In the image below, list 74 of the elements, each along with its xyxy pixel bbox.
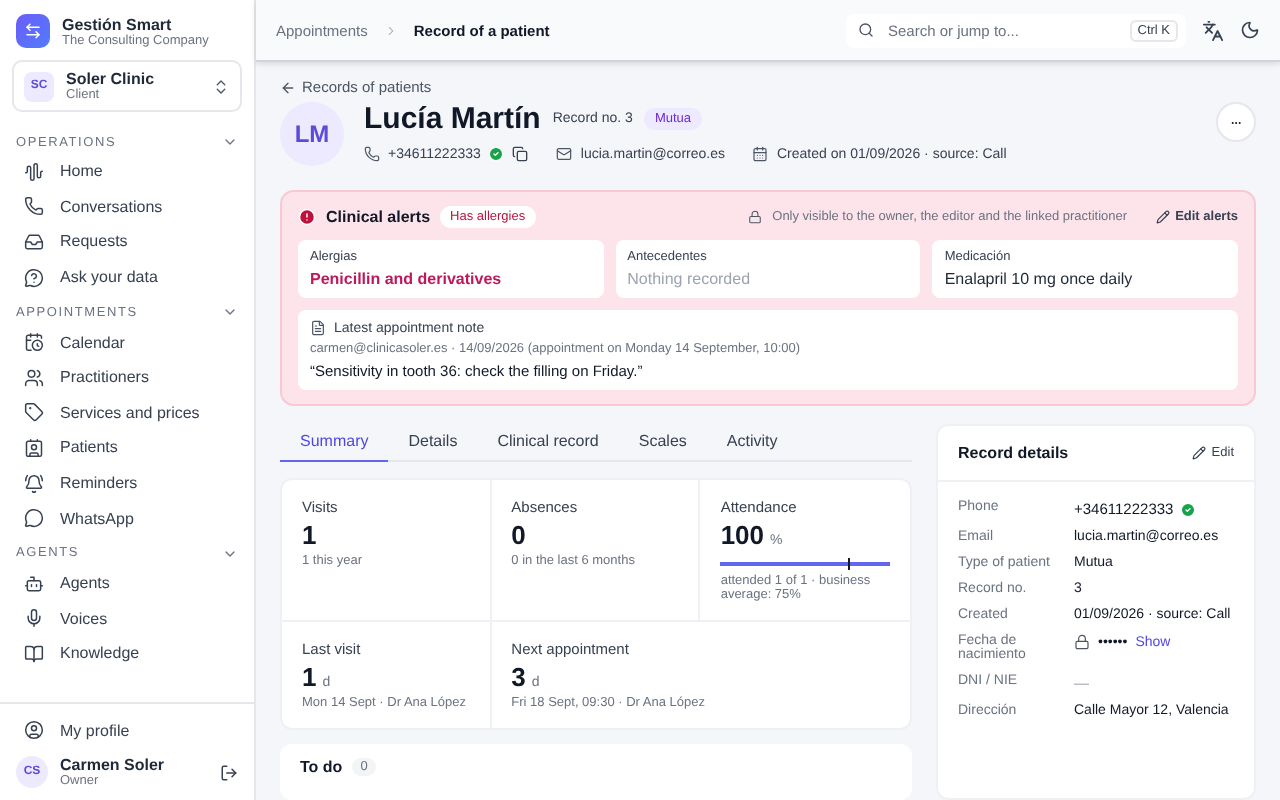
waveform-icon [24, 161, 44, 182]
nav-item[interactable]: Reminders [16, 465, 238, 501]
stat-value: 1 [302, 520, 317, 550]
arrow-left-icon [280, 79, 296, 95]
calendar-icon [752, 146, 769, 162]
pencil-icon [1155, 210, 1170, 224]
nav-item[interactable]: Practitioners [16, 359, 238, 396]
chevron-icon [383, 23, 398, 37]
people-icon [24, 367, 44, 388]
alerts-title: Clinical alerts [326, 208, 431, 226]
inbox-icon [24, 231, 44, 252]
nav-item[interactable]: Services and prices [16, 395, 238, 431]
tab[interactable]: Clinical record [477, 424, 619, 462]
nav-item[interactable]: Knowledge [16, 636, 238, 672]
stat-value: 0 [511, 520, 526, 550]
nav-item[interactable]: Home [16, 154, 238, 190]
chevron-down-icon [222, 134, 238, 150]
calendar-icon [24, 332, 44, 353]
stat-value: 1 [302, 662, 317, 692]
logout-icon [220, 763, 238, 781]
nav-item[interactable]: Agents [16, 565, 238, 602]
pencil-icon [1191, 446, 1206, 460]
bell-icon [24, 473, 44, 494]
tab[interactable]: Scales [618, 424, 707, 462]
collapse-toggle[interactable] [222, 134, 238, 150]
nav-item[interactable]: Requests [16, 224, 238, 260]
nav-item[interactable]: Voices [16, 601, 238, 637]
book-icon [24, 643, 44, 664]
tab[interactable]: Activity [706, 424, 798, 462]
nav-item[interactable]: WhatsApp [16, 500, 238, 536]
copy-button[interactable] [512, 146, 529, 162]
lock-icon [748, 210, 763, 224]
id-card-icon [24, 437, 44, 458]
user-name: Carmen Soler [60, 756, 167, 774]
profile-link[interactable]: My profile [16, 712, 238, 748]
user-circle-icon [24, 720, 44, 741]
phone-icon [364, 146, 380, 162]
alert-value: Penicillin and derivatives [310, 270, 504, 288]
language-button[interactable] [1202, 19, 1224, 41]
alert-value: Enalapril 10 mg once daily [944, 270, 1135, 288]
search-icon [858, 22, 874, 38]
mail-icon [556, 146, 573, 162]
stat-value: 3 [511, 662, 526, 692]
microphone-icon [24, 608, 44, 629]
patient-name: Lucía Martín [364, 102, 541, 136]
logout-button[interactable] [220, 763, 238, 781]
chat-question-icon [24, 267, 44, 288]
nav-item[interactable]: Conversations [16, 189, 238, 225]
copy-icon [512, 146, 529, 162]
patient-avatar: LM [280, 102, 344, 166]
robot-icon [24, 573, 44, 594]
phone-icon [24, 196, 44, 217]
document-icon [310, 320, 326, 336]
lock-icon [1074, 634, 1090, 650]
theme-button[interactable] [1240, 20, 1260, 40]
nav-item[interactable]: Ask your data [16, 259, 238, 295]
chat-icon [24, 508, 44, 529]
moon-icon [1240, 20, 1260, 40]
tag-icon [24, 402, 44, 423]
average-marker [847, 558, 850, 570]
todo-title: To do [300, 758, 343, 776]
tab[interactable]: Details [388, 424, 478, 462]
alert-icon [298, 208, 316, 226]
alert-value: Nothing recorded [627, 270, 753, 288]
chevrons-icon [212, 77, 230, 95]
nav-item[interactable]: Patients [16, 430, 238, 466]
client-name: Soler Clinic [66, 70, 157, 88]
stat-value: 100 [720, 520, 765, 550]
tab[interactable]: Summary [280, 424, 389, 462]
nav-item[interactable]: Calendar [16, 324, 238, 360]
brand-name: Gestión Smart [62, 15, 174, 33]
translate-icon [1202, 19, 1224, 41]
app-logo [16, 14, 50, 48]
card-title: Record details [958, 444, 1069, 462]
